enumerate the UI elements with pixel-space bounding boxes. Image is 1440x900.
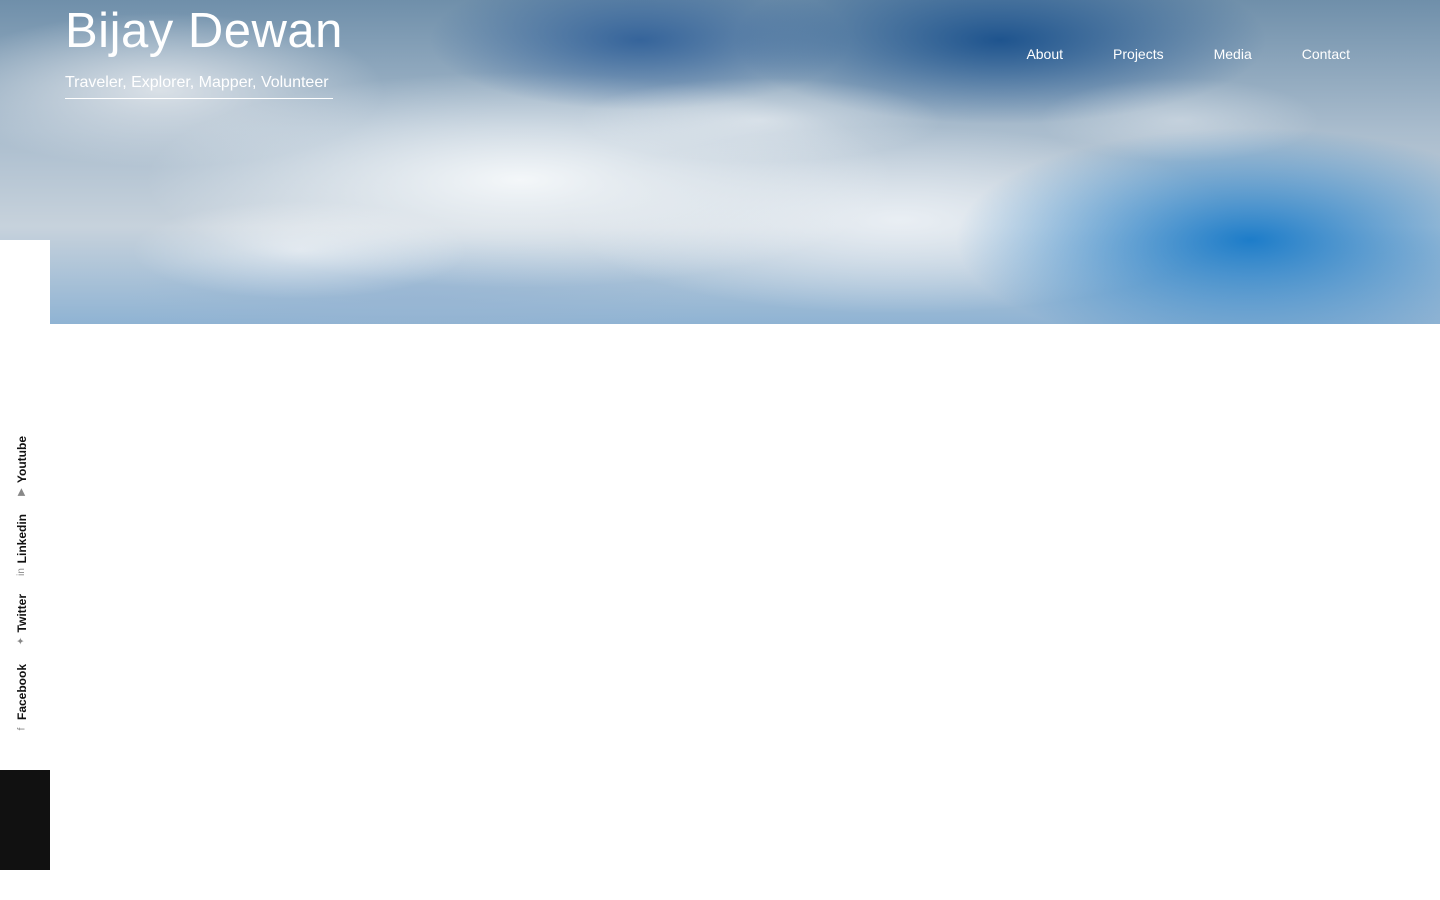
- social-link-linkedin[interactable]: Linkedin in: [12, 514, 32, 577]
- social-link-facebook[interactable]: Facebook f: [12, 664, 32, 734]
- social-label-youtube: Youtube: [15, 436, 29, 484]
- facebook-icon: f: [16, 727, 27, 731]
- twitter-icon: ✦: [15, 637, 27, 646]
- nav-item-contact[interactable]: Contact: [1302, 46, 1350, 62]
- site-tagline: Traveler, Explorer, Mapper, Volunteer: [65, 74, 333, 99]
- social-label-facebook: Facebook: [15, 664, 29, 721]
- linkedin-icon: in: [15, 568, 27, 577]
- social-link-twitter[interactable]: Twitter ✦: [12, 594, 32, 646]
- main-nav: About Projects Media Contact: [1026, 46, 1350, 62]
- brand: Bijay Dewan Traveler, Explorer, Mapper, …: [65, 4, 343, 99]
- site-title[interactable]: Bijay Dewan: [65, 4, 343, 58]
- nav-item-media[interactable]: Media: [1214, 46, 1252, 62]
- social-link-youtube[interactable]: Youtube ▶: [12, 436, 32, 497]
- nav-item-about[interactable]: About: [1026, 46, 1063, 62]
- social-label-twitter: Twitter: [15, 594, 29, 633]
- youtube-icon: ▶: [15, 488, 27, 496]
- page: Bijay Dewan Traveler, Explorer, Mapper, …: [0, 0, 1440, 900]
- left-white-panel: [0, 240, 50, 324]
- social-label-linkedin: Linkedin: [15, 514, 29, 564]
- sidebar-dark-block: [0, 770, 50, 870]
- nav-item-projects[interactable]: Projects: [1113, 46, 1164, 62]
